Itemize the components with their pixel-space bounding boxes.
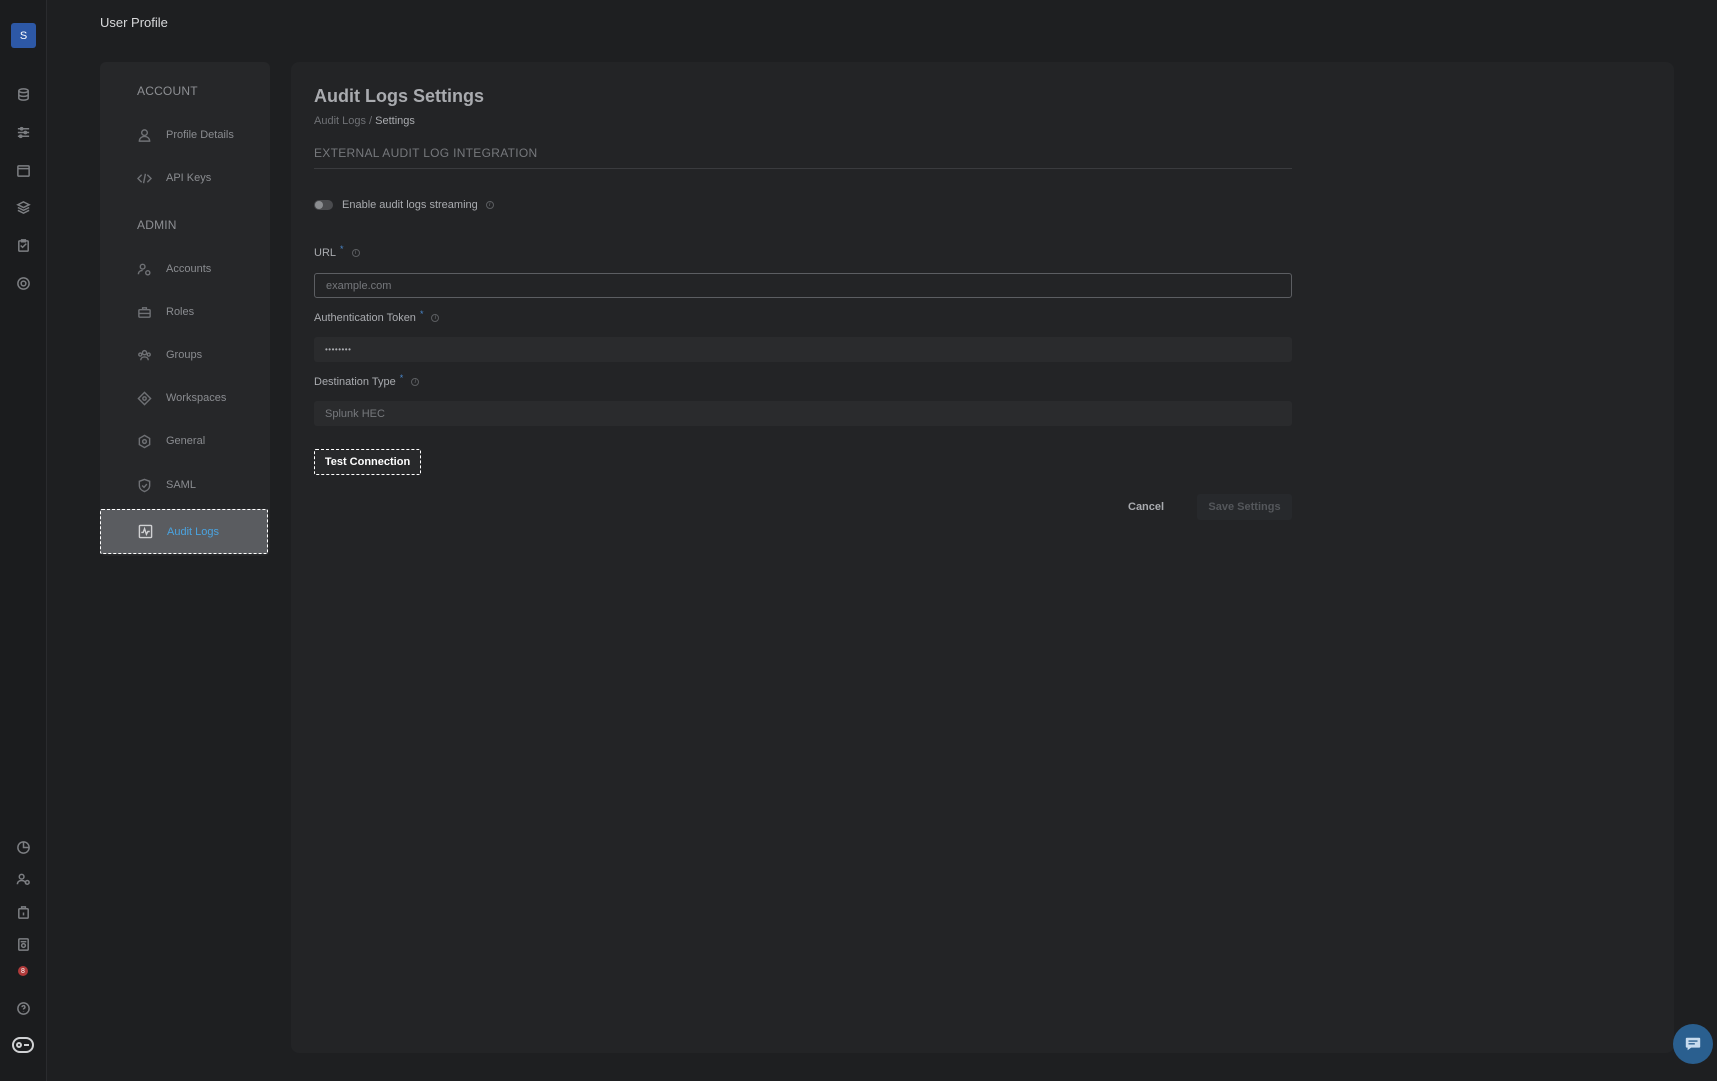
chat-launcher-button[interactable] (1673, 1024, 1713, 1064)
code-icon (136, 170, 152, 186)
user-gear-icon (136, 261, 152, 277)
sidebar-item-label: Groups (166, 349, 203, 361)
layers-icon[interactable] (13, 197, 33, 217)
hex-gear-icon (136, 433, 152, 449)
diamond-icon (136, 390, 152, 406)
panel-title: Audit Logs Settings (314, 86, 484, 106)
required-mark: * (399, 373, 404, 383)
box-icon[interactable] (13, 902, 33, 922)
toggle-icon[interactable] (10, 1034, 36, 1056)
target-icon[interactable] (13, 273, 33, 293)
notification-badge[interactable]: 8 (18, 966, 28, 976)
breadcrumb-separator: / (365, 115, 376, 127)
help-icon[interactable] (13, 998, 33, 1018)
chat-icon (1685, 1037, 1701, 1051)
url-input[interactable]: example.com (314, 273, 1292, 298)
breadcrumb: Audit Logs / Settings (314, 115, 415, 127)
sidebar-item-label: General (166, 435, 206, 447)
shield-icon (136, 477, 152, 493)
destination-type-value: Splunk HEC (325, 407, 385, 420)
streaming-toggle-label: Enable audit logs streaming (342, 199, 478, 211)
group-icon (136, 347, 152, 363)
sidebar-item-label: Profile Details (166, 129, 234, 141)
user-icon (136, 127, 152, 143)
sidebar-item-groups[interactable]: Groups (100, 337, 270, 373)
sidebar-item-general[interactable]: General (100, 423, 270, 459)
breadcrumb-parent-link[interactable]: Audit Logs (314, 115, 366, 127)
sidebar-item-roles[interactable]: Roles (100, 294, 270, 330)
page-title: User Profile (100, 15, 168, 30)
admin-heading: ADMIN (137, 218, 177, 232)
breadcrumb-current: Settings (375, 115, 415, 127)
required-mark: * (340, 244, 344, 254)
sidebar-item-label: Accounts (166, 263, 212, 275)
info-icon[interactable]: i (351, 249, 360, 257)
cancel-button[interactable]: Cancel (1128, 501, 1164, 513)
token-label: Authentication Token * i (314, 309, 440, 324)
auth-token-input[interactable]: •••••••• (314, 337, 1292, 362)
workspace-avatar[interactable]: S (11, 23, 36, 48)
sidebar-item-label: SAML (166, 479, 196, 491)
calendar-icon[interactable] (13, 160, 33, 180)
settings-list-icon[interactable] (13, 934, 33, 954)
destination-type-select[interactable]: Splunk HEC (314, 401, 1292, 426)
sidebar-item-label: API Keys (166, 172, 212, 184)
url-label: URL * i (314, 244, 360, 259)
database-icon[interactable] (13, 84, 33, 104)
pie-chart-icon[interactable] (13, 837, 33, 857)
url-label-text: URL (314, 247, 337, 259)
auth-token-value: •••••••• (325, 345, 352, 354)
briefcase-icon (136, 304, 152, 320)
sidebar-item-accounts[interactable]: Accounts (100, 251, 270, 287)
section-heading: EXTERNAL AUDIT LOG INTEGRATION (314, 146, 1292, 169)
sidebar-item-api-keys[interactable]: API Keys (100, 160, 270, 196)
sliders-icon[interactable] (13, 122, 33, 142)
test-connection-button[interactable]: Test Connection (314, 449, 421, 475)
users-icon[interactable] (13, 869, 33, 889)
streaming-toggle-row: Enable audit logs streaming i (314, 199, 494, 211)
info-icon[interactable]: i (411, 378, 420, 386)
clipboard-icon[interactable] (13, 235, 33, 255)
save-settings-button[interactable]: Save Settings (1197, 494, 1292, 520)
sidebar-item-label: Audit Logs (167, 525, 219, 538)
icon-rail: S 8 (0, 0, 47, 1081)
sidebar-item-label: Workspaces (166, 392, 227, 404)
account-heading: ACCOUNT (137, 84, 198, 98)
token-label-text: Authentication Token (314, 312, 416, 324)
sidebar-item-audit-logs[interactable]: Audit Logs (100, 509, 268, 554)
audit-logs-settings-panel: Audit Logs Settings Audit Logs / Setting… (291, 62, 1674, 1053)
activity-icon (137, 524, 153, 540)
settings-sidebar: ACCOUNT Profile Details API Keys ADMIN A… (100, 62, 270, 556)
info-icon[interactable]: i (431, 314, 440, 322)
streaming-toggle[interactable] (314, 200, 333, 210)
required-mark: * (419, 309, 424, 319)
sidebar-item-profile-details[interactable]: Profile Details (100, 117, 270, 153)
url-placeholder: example.com (326, 279, 392, 292)
sidebar-item-saml[interactable]: SAML (100, 467, 270, 503)
destination-label: Destination Type * i (314, 373, 420, 388)
info-icon[interactable]: i (485, 201, 494, 209)
sidebar-item-label: Roles (166, 306, 195, 318)
destination-label-text: Destination Type (314, 376, 396, 388)
sidebar-item-workspaces[interactable]: Workspaces (100, 380, 270, 416)
